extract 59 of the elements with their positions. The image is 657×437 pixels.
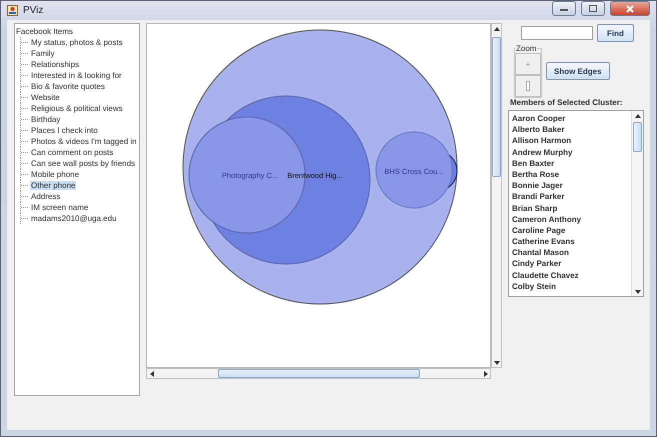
close-icon (626, 4, 634, 12)
tree-item[interactable]: My status, photos & posts (30, 38, 124, 47)
minimize-button[interactable] (552, 1, 576, 16)
member-item[interactable]: Chantal Mason (512, 247, 628, 258)
member-item[interactable]: Caroline Page (512, 224, 628, 236)
maximize-button[interactable] (581, 1, 605, 16)
close-button[interactable] (610, 1, 650, 16)
window-title: PViz (23, 5, 44, 16)
tree-item[interactable]: Birthday (30, 115, 62, 124)
find-button[interactable]: Find (597, 24, 634, 42)
tree-root[interactable]: Facebook Items (16, 26, 139, 37)
member-item[interactable]: Bertha Rose (512, 168, 628, 180)
vertical-scrollbar[interactable] (491, 23, 502, 368)
member-item[interactable]: Aaron Cooper (512, 113, 628, 124)
member-item[interactable]: Allison Harmon (512, 135, 628, 147)
tree-item[interactable]: IM screen name (30, 203, 90, 212)
member-item[interactable]: Cindy Parker (512, 258, 628, 270)
member-item[interactable]: Colby Stein (512, 280, 628, 292)
scroll-thumb[interactable] (633, 122, 642, 152)
zoom-group-label: Zoom (515, 44, 538, 53)
scroll-up-icon[interactable] (492, 24, 500, 32)
tree-item[interactable]: Bio & favorite quotes (30, 82, 106, 91)
member-item[interactable]: Andrew Murphy (512, 146, 628, 158)
tree-item[interactable]: Can see wall posts by friends (30, 159, 136, 168)
member-item[interactable]: Ben Baxter (512, 158, 628, 169)
scroll-down-icon[interactable] (634, 288, 642, 296)
members-label: Members of Selected Cluster: (509, 98, 624, 107)
tree-item[interactable]: Mobile phone (30, 170, 80, 179)
member-item[interactable]: Catherine Evans (512, 236, 628, 248)
list-scrollbar[interactable] (631, 111, 643, 296)
scroll-thumb[interactable] (218, 369, 420, 378)
tree-item[interactable]: Interested in & looking for (30, 71, 123, 80)
cluster-bubble-drawing[interactable] (182, 30, 458, 304)
tree-item[interactable]: madams2010@uga.edu (30, 214, 118, 223)
bar-icon (526, 81, 530, 91)
member-item[interactable]: Brandi Parker (512, 191, 628, 202)
tree-item[interactable]: Website (30, 93, 61, 102)
scroll-up-icon[interactable] (634, 112, 642, 120)
tree-item[interactable]: Relationships (30, 60, 80, 69)
tree-item[interactable]: Places I check into (30, 126, 99, 135)
maximize-icon (589, 5, 597, 12)
member-item[interactable]: Brian Sharp (512, 202, 628, 214)
member-item[interactable]: Cameron Anthony (512, 214, 628, 225)
tree-item[interactable]: Religious & political views (30, 104, 124, 113)
minimize-icon (560, 6, 568, 10)
scroll-thumb[interactable] (492, 37, 501, 177)
member-item[interactable]: Alberto Baker (512, 124, 628, 136)
app-icon (7, 5, 18, 16)
show-edges-button[interactable]: Show Edges (546, 62, 610, 80)
tree-item[interactable]: Photos & videos I'm tagged in (30, 137, 138, 146)
search-field[interactable] (521, 26, 593, 40)
tree-item[interactable]: Can comment on posts (30, 148, 114, 157)
member-item[interactable]: Bonnie Jager (512, 180, 628, 192)
member-item[interactable]: Claudette Chavez (512, 270, 628, 281)
tree-item[interactable]: Address (30, 192, 62, 201)
tree-item[interactable]: Other phone (30, 181, 76, 190)
tree-item[interactable]: Family (30, 49, 56, 58)
horizontal-scrollbar[interactable] (146, 368, 491, 379)
scroll-down-icon[interactable] (492, 358, 500, 366)
